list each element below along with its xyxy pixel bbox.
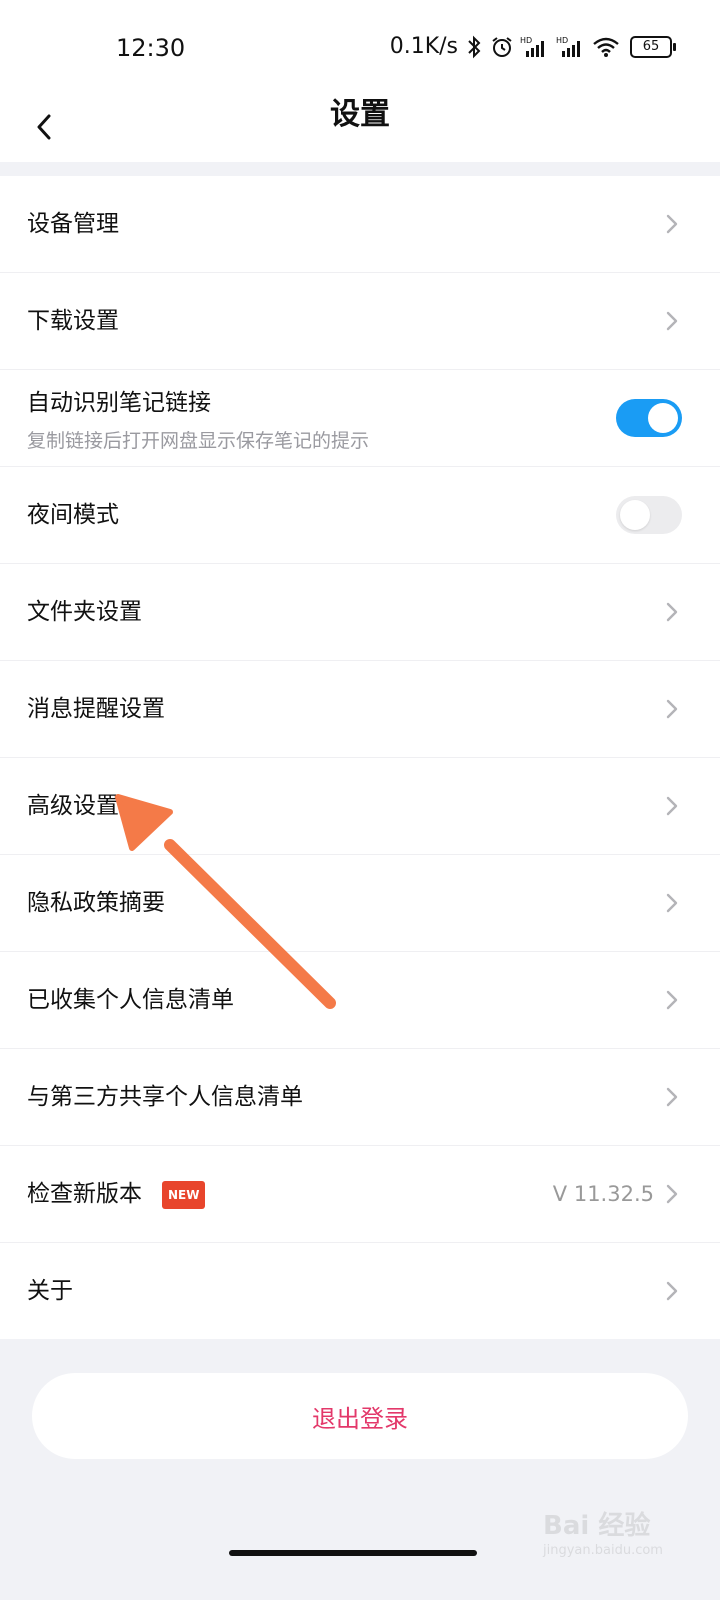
settings-item-label: 夜间模式: [27, 502, 119, 528]
net-speed: 0.1K/s: [389, 34, 458, 59]
settings-item-label: 消息提醒设置: [27, 696, 165, 722]
bluetooth-icon: [464, 35, 484, 59]
chevron-right-icon: [666, 1087, 678, 1107]
wifi-icon: [592, 35, 620, 59]
svg-text:HD: HD: [556, 36, 568, 45]
settings-item-auto-note-link: 自动识别笔记链接 复制链接后打开网盘显示保存笔记的提示: [0, 370, 720, 467]
logout-button[interactable]: 退出登录: [32, 1373, 688, 1459]
chevron-right-icon: [666, 699, 678, 719]
chevron-right-icon: [666, 602, 678, 622]
watermark-logo: Bai 经验 jingyan.baidu.com: [543, 1495, 683, 1575]
toggle-knob: [648, 403, 678, 433]
settings-item-night-mode: 夜间模式: [0, 467, 720, 564]
settings-item-label: 文件夹设置: [27, 599, 142, 625]
settings-item-label: 检查新版本: [27, 1181, 142, 1207]
status-time: 12:30: [116, 34, 186, 62]
settings-item-label: 隐私政策摘要: [27, 890, 165, 916]
chevron-right-icon: [666, 796, 678, 816]
battery-icon: 65: [630, 35, 676, 58]
settings-item-label: 设备管理: [27, 211, 119, 237]
toggle-knob: [620, 500, 650, 530]
chevron-right-icon: [666, 311, 678, 331]
svg-text:HD: HD: [520, 36, 532, 45]
header: 设置: [0, 92, 720, 162]
watermark-subtext: jingyan.baidu.com: [543, 1543, 663, 1558]
settings-item-collected-info[interactable]: 已收集个人信息清单: [0, 952, 720, 1049]
settings-item-label: 已收集个人信息清单: [27, 987, 234, 1013]
settings-item-about[interactable]: 关于: [0, 1243, 720, 1339]
signal-hd-icon: HD: [520, 35, 550, 59]
chevron-right-icon: [666, 1184, 678, 1204]
settings-item-device-management[interactable]: 设备管理: [0, 176, 720, 273]
auto-note-link-toggle[interactable]: [616, 399, 682, 437]
settings-item-third-party-sharing[interactable]: 与第三方共享个人信息清单: [0, 1049, 720, 1146]
watermark-text: Bai 经验: [543, 1511, 651, 1541]
chevron-right-icon: [666, 214, 678, 234]
settings-item-advanced[interactable]: 高级设置: [0, 758, 720, 855]
chevron-right-icon: [666, 893, 678, 913]
settings-item-folder[interactable]: 文件夹设置: [0, 564, 720, 661]
night-mode-toggle[interactable]: [616, 496, 682, 534]
settings-list: 设备管理 下载设置 自动识别笔记链接 复制链接后打开网盘显示保存笔记的提示 夜间…: [0, 176, 720, 1339]
settings-item-label: 高级设置: [27, 793, 119, 819]
settings-item-check-update[interactable]: 检查新版本 NEW V 11.32.5: [0, 1146, 720, 1243]
version-value: V 11.32.5: [552, 1182, 654, 1206]
page-title: 设置: [330, 97, 390, 132]
chevron-right-icon: [666, 1281, 678, 1301]
settings-item-privacy-summary[interactable]: 隐私政策摘要: [0, 855, 720, 952]
new-badge: NEW: [162, 1181, 206, 1209]
status-bar: 12:30 0.1K/s HD HD 65: [0, 0, 720, 92]
signal-hd-icon: HD: [556, 35, 586, 59]
settings-item-notifications[interactable]: 消息提醒设置: [0, 661, 720, 758]
alarm-icon: [490, 35, 514, 59]
home-indicator[interactable]: [229, 1550, 477, 1556]
settings-item-label: 关于: [27, 1278, 73, 1304]
settings-item-description: 复制链接后打开网盘显示保存笔记的提示: [27, 430, 370, 452]
settings-item-label: 下载设置: [27, 308, 119, 334]
settings-item-label: 与第三方共享个人信息清单: [27, 1084, 303, 1110]
chevron-right-icon: [666, 990, 678, 1010]
settings-item-label: 自动识别笔记链接: [27, 390, 211, 416]
settings-item-download[interactable]: 下载设置: [0, 273, 720, 370]
status-indicators: 0.1K/s HD HD 65: [389, 34, 676, 59]
